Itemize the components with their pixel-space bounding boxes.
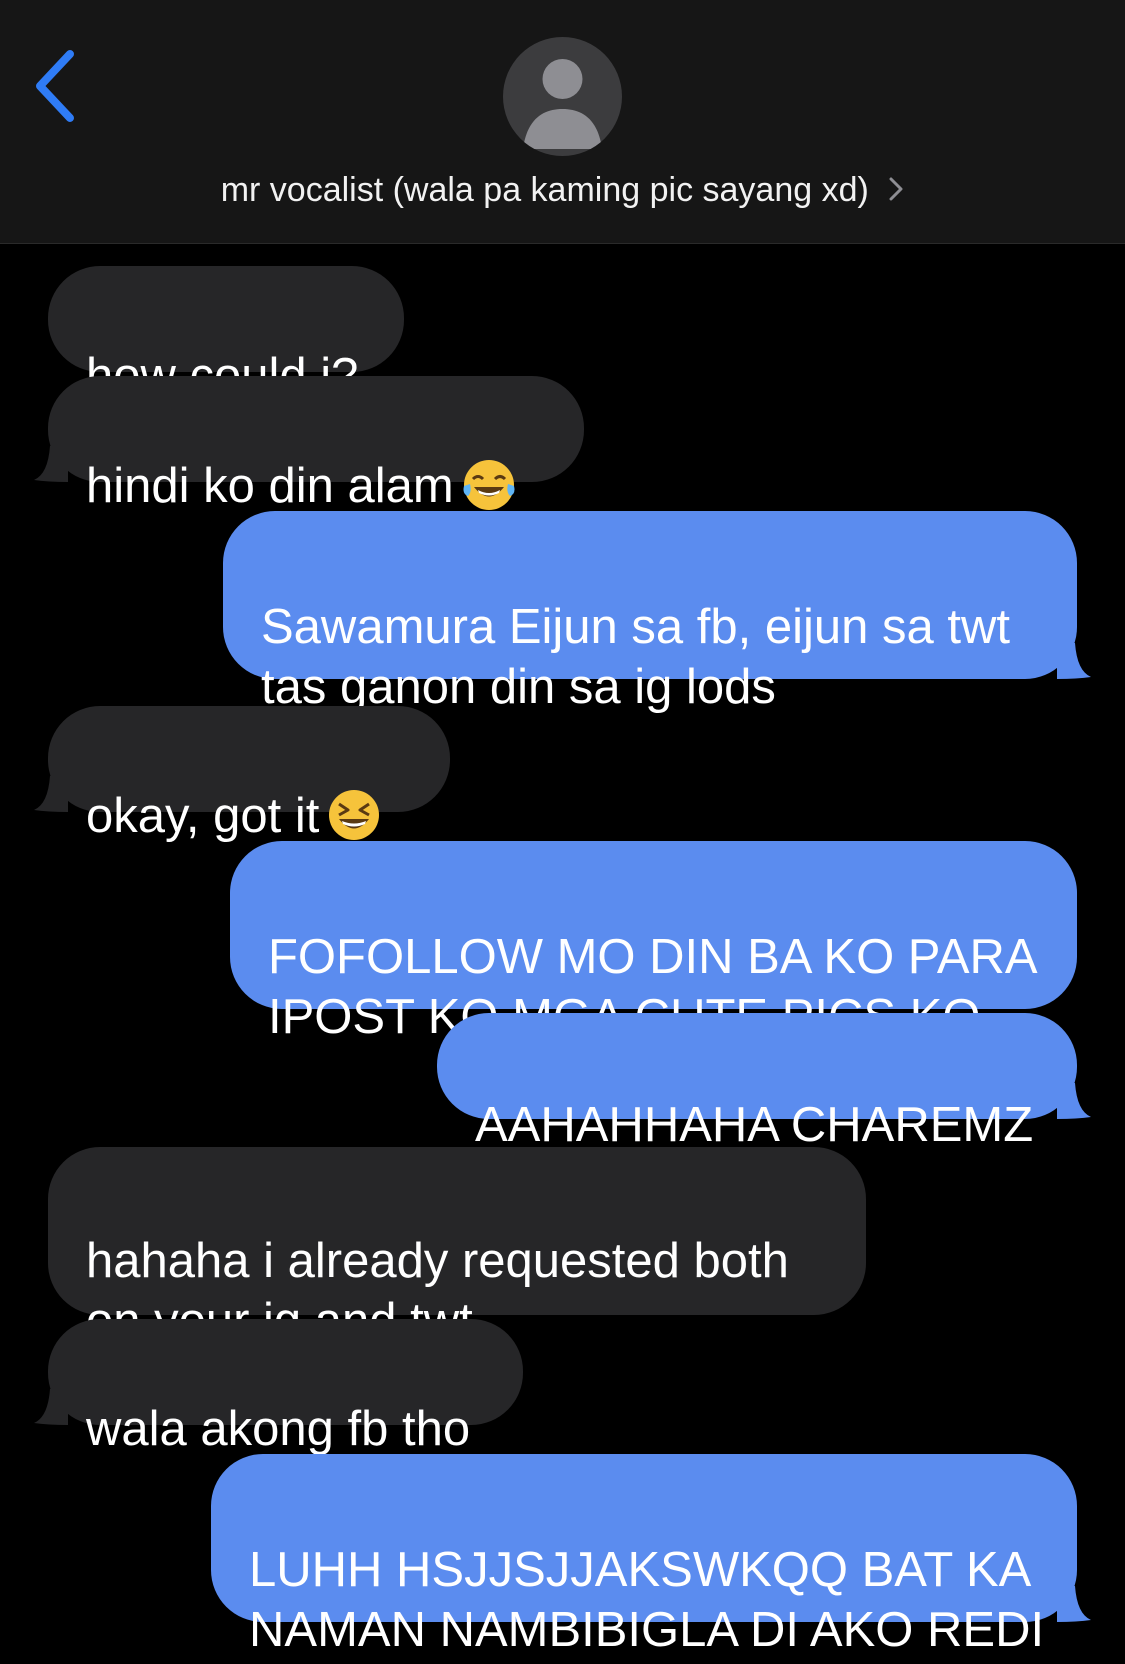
grinning-squinting-emoji <box>325 786 383 844</box>
sent-message[interactable]: AAHAHHAHA CHAREMZ <box>437 1013 1091 1152</box>
received-message[interactable]: okay, got it <box>34 706 450 843</box>
sent-message[interactable]: Sawamura Eijun sa fb, eijun sa twt tas g… <box>223 511 1091 714</box>
person-icon <box>523 59 602 149</box>
chevron-right-icon <box>889 177 903 201</box>
back-button[interactable] <box>26 44 86 128</box>
message-text: okay, got it <box>86 789 320 843</box>
received-message[interactable]: wala akong fb tho <box>34 1319 523 1456</box>
message-text: LUHH HSJJSJJAKSWKQQ BAT KA NAMAN NAMBIBI… <box>249 1543 1045 1657</box>
bubble-tail <box>1057 1586 1091 1622</box>
bubble-tail <box>1057 1083 1091 1119</box>
bubble-tail <box>34 1389 68 1425</box>
chevron-left-icon <box>36 50 74 122</box>
bubble-tail <box>34 446 68 482</box>
bubble-tail <box>34 776 68 812</box>
sent-message[interactable]: FOFOLLOW MO DIN BA KO PARA IPOST KO MGA … <box>230 841 1077 1044</box>
contact-name-row[interactable]: mr vocalist (wala pa kaming pic sayang x… <box>0 164 1125 216</box>
tears-of-joy-emoji <box>460 456 518 514</box>
contact-name: mr vocalist (wala pa kaming pic sayang x… <box>220 171 869 209</box>
received-message[interactable]: hindi ko din alam <box>34 376 584 513</box>
message-text: AAHAHHAHA CHAREMZ <box>475 1098 1034 1152</box>
contact-avatar[interactable] <box>503 37 622 156</box>
message-text: Sawamura Eijun sa fb, eijun sa twt tas g… <box>261 600 1010 714</box>
conversation-header: mr vocalist (wala pa kaming pic sayang x… <box>0 0 1125 244</box>
received-message[interactable]: hahaha i already requested both on your … <box>48 1147 866 1348</box>
message-text: wala akong fb tho <box>86 1402 471 1456</box>
bubble-tail <box>1057 643 1091 679</box>
sent-message[interactable]: LUHH HSJJSJJAKSWKQQ BAT KA NAMAN NAMBIBI… <box>211 1454 1091 1657</box>
message-text: hindi ko din alam <box>86 459 454 513</box>
received-message[interactable]: how could i? <box>48 266 404 403</box>
